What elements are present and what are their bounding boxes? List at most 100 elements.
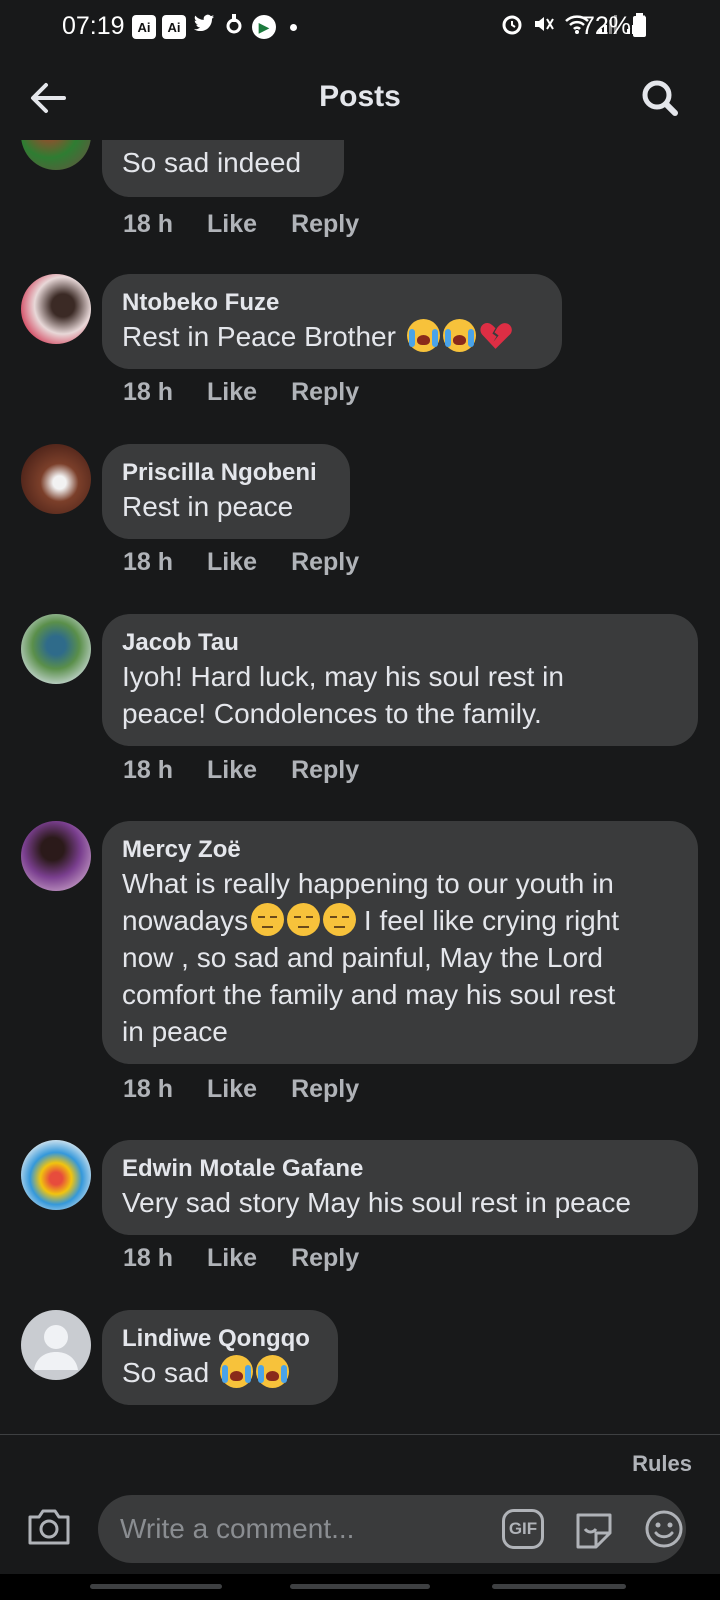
comment-text: Rest in Peace Brother — [122, 321, 396, 352]
comment-time: 18 h — [123, 756, 174, 784]
reply-button[interactable]: Reply — [291, 756, 359, 785]
pensive-face-icon — [323, 903, 357, 936]
system-navigation-bar — [0, 1574, 720, 1600]
reply-button[interactable]: Reply — [291, 210, 359, 239]
comment-composer: Rules GIF — [0, 1434, 720, 1574]
comment-text-line: Iyoh! Hard luck, may his soul rest in — [122, 661, 564, 692]
home-button[interactable] — [290, 1584, 430, 1589]
comment-list: So sad indeed 18 h Like Reply Ntobeko Fu… — [0, 140, 720, 1434]
status-bar: 07:19 Ai Ai ▶ 72% — [0, 0, 720, 54]
avatar[interactable] — [21, 274, 91, 344]
play-icon: ▶ — [252, 15, 276, 39]
recent-apps-button[interactable] — [90, 1584, 222, 1589]
rules-link[interactable]: Rules — [632, 1451, 692, 1477]
more-notifications-dot — [290, 23, 297, 31]
comment-actions: 18 h Like Reply — [123, 548, 359, 577]
smiley-icon — [645, 1510, 683, 1548]
mute-icon — [535, 17, 554, 31]
comment-time: 18 h — [123, 548, 174, 576]
comment-text-fragment: I feel like crying right — [356, 905, 620, 936]
ai-app-icon: Ai — [132, 15, 156, 39]
comment-time: 18 h — [123, 210, 174, 238]
back-nav-button[interactable] — [492, 1584, 626, 1589]
comment-actions: 18 h Like Reply — [123, 1244, 359, 1273]
comment-text: So sad — [122, 1357, 210, 1388]
comment-bubble[interactable]: Edwin Motale Gafane Very sad story May h… — [102, 1140, 698, 1235]
comment-text: Rest in peace — [122, 491, 294, 522]
commenter-name: Edwin Motale Gafane — [122, 1155, 364, 1182]
like-button[interactable]: Like — [207, 1244, 257, 1273]
crying-face-icon — [442, 319, 476, 352]
avatar[interactable] — [21, 614, 91, 684]
avatar[interactable] — [21, 1140, 91, 1210]
comment-text: So sad indeed — [122, 147, 302, 178]
commenter-name: Mercy Zoë — [122, 836, 241, 863]
comment-bubble[interactable]: Priscilla Ngobeni Rest in peace — [102, 444, 350, 539]
comment-bubble[interactable]: So sad indeed — [102, 140, 344, 197]
crying-face-icon — [219, 1355, 253, 1388]
alarm-icon — [502, 15, 522, 35]
recycle-icon — [222, 13, 246, 41]
avatar[interactable] — [21, 821, 91, 891]
comment-text-line: in peace — [122, 1016, 228, 1047]
comment-text-line: nowadays I feel like crying right — [122, 902, 678, 939]
avatar[interactable] — [21, 444, 91, 514]
crying-face-icon — [255, 1355, 289, 1388]
battery-percent: 72% — [581, 12, 632, 40]
comment-text-line: Rest in Peace Brother — [122, 318, 542, 355]
camera-icon — [28, 1509, 70, 1545]
commenter-name: Jacob Tau — [122, 629, 239, 656]
like-button[interactable]: Like — [207, 210, 257, 239]
sticker-button[interactable] — [572, 1509, 616, 1551]
commenter-name: Ntobeko Fuze — [122, 289, 280, 316]
pensive-face-icon — [251, 903, 285, 936]
comment-text-line: comfort the family and may his soul rest — [122, 979, 616, 1010]
commenter-name: Lindiwe Qongqo — [122, 1325, 310, 1352]
gif-button[interactable]: GIF — [502, 1509, 544, 1549]
like-button[interactable]: Like — [207, 548, 257, 577]
comment-text-fragment: nowadays — [122, 905, 249, 936]
twitter-icon — [192, 14, 216, 40]
sticker-icon — [576, 1513, 612, 1549]
comment-actions: 18 h Like Reply — [123, 378, 359, 407]
comment-bubble[interactable]: Mercy Zoë What is really happening to ou… — [102, 821, 698, 1064]
comment-text: Very sad story May his soul rest in peac… — [122, 1187, 631, 1218]
like-button[interactable]: Like — [207, 378, 257, 407]
page-title: Posts — [319, 80, 401, 113]
comment-actions: 18 h Like Reply — [123, 1075, 359, 1104]
comment-text-line: peace! Condolences to the family. — [122, 698, 542, 729]
battery-icon — [633, 13, 646, 37]
comment-bubble[interactable]: Ntobeko Fuze Rest in Peace Brother — [102, 274, 562, 369]
reply-button[interactable]: Reply — [291, 1244, 359, 1273]
comment-time: 18 h — [123, 1244, 174, 1272]
like-button[interactable]: Like — [207, 1075, 257, 1104]
pensive-face-icon — [287, 903, 321, 936]
commenter-name: Priscilla Ngobeni — [122, 459, 317, 486]
reply-button[interactable]: Reply — [291, 1075, 359, 1104]
comment-bubble[interactable]: Jacob Tau Iyoh! Hard luck, may his soul … — [102, 614, 698, 746]
search-icon — [642, 80, 678, 116]
reply-button[interactable]: Reply — [291, 378, 359, 407]
notification-icons: Ai Ai ▶ — [132, 13, 297, 41]
like-button[interactable]: Like — [207, 756, 257, 785]
comment-actions: 18 h Like Reply — [123, 210, 359, 239]
header-bar: Posts — [0, 54, 720, 140]
emoji-button[interactable] — [644, 1509, 684, 1549]
comment-text-line: What is really happening to our youth in — [122, 868, 614, 899]
comment-bubble[interactable]: Lindiwe Qongqo So sad — [102, 1310, 338, 1405]
comment-time: 18 h — [123, 378, 174, 406]
avatar[interactable] — [21, 140, 91, 170]
broken-heart-icon — [479, 319, 512, 352]
search-button[interactable] — [638, 76, 682, 120]
comment-time: 18 h — [123, 1075, 174, 1103]
default-avatar[interactable] — [21, 1310, 91, 1380]
ai-app-icon: Ai — [162, 15, 186, 39]
comment-text-line: now , so sad and painful, May the Lord — [122, 942, 603, 973]
reply-button[interactable]: Reply — [291, 548, 359, 577]
crying-face-icon — [406, 319, 440, 352]
camera-button[interactable] — [26, 1507, 72, 1547]
person-icon — [34, 1325, 78, 1370]
status-time: 07:19 — [62, 12, 125, 40]
comment-text-line: So sad — [122, 1354, 318, 1391]
comment-actions: 18 h Like Reply — [123, 756, 359, 785]
